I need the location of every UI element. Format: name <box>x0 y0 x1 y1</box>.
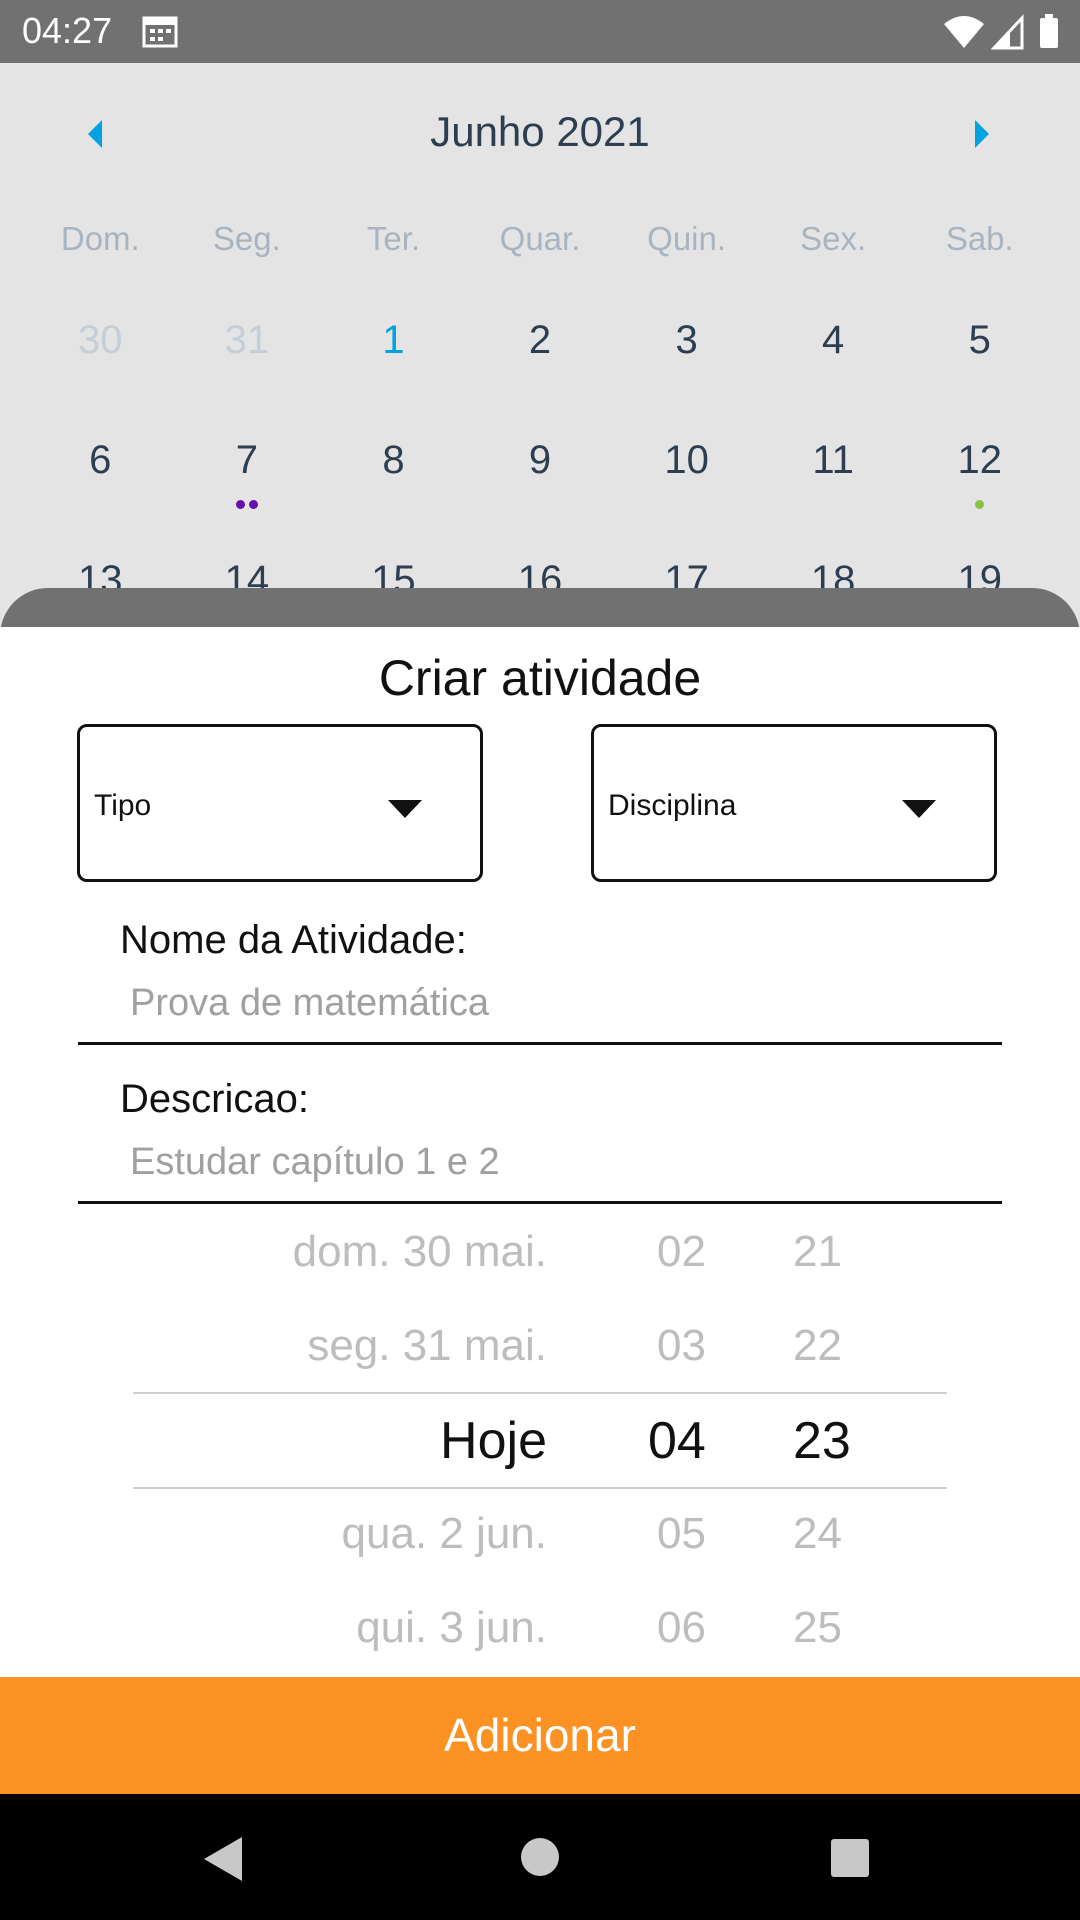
calendar-day[interactable]: 9 <box>467 438 614 483</box>
calendar-day[interactable]: 31 <box>174 318 321 363</box>
home-icon[interactable] <box>521 1838 559 1876</box>
month-title: Junho 2021 <box>430 108 650 155</box>
calendar-day-number: 9 <box>528 438 552 482</box>
event-markers <box>174 492 321 509</box>
calendar-day-number: 8 <box>382 438 405 482</box>
description-underline <box>78 1201 1002 1204</box>
event-dot <box>975 500 985 509</box>
navigation-bar <box>0 1794 1080 1920</box>
type-dropdown[interactable]: Tipo <box>77 724 483 882</box>
picker-date[interactable]: seg. 31 mai. <box>307 1321 547 1371</box>
signal-icon <box>990 14 1024 50</box>
wifi-icon <box>944 16 984 48</box>
weekday-label: Quin. <box>647 220 727 257</box>
event-dot <box>248 500 258 509</box>
subject-dropdown[interactable]: Disciplina <box>591 724 997 882</box>
picker-minute[interactable]: 25 <box>793 1603 842 1653</box>
calendar-day-today[interactable]: 1 <box>320 318 467 363</box>
picker-hour-selected[interactable]: 04 <box>648 1411 706 1471</box>
back-icon[interactable] <box>204 1837 242 1881</box>
calendar-day-number: 10 <box>664 438 709 482</box>
calendar-day[interactable]: 5 <box>906 318 1053 363</box>
picker-date[interactable]: dom. 30 mai. <box>293 1227 547 1277</box>
weekday-header: Dom. Seg. Ter. Quar. Quin. Sex. Sab. <box>27 220 1053 258</box>
calendar-day[interactable]: 12 <box>906 438 1053 509</box>
description-input[interactable]: Estudar capítulo 1 e 2 <box>130 1141 500 1184</box>
picker-hour[interactable]: 03 <box>657 1321 706 1371</box>
picker-date[interactable]: qua. 2 jun. <box>342 1509 548 1559</box>
picker-hour[interactable]: 06 <box>657 1603 706 1653</box>
status-icons <box>942 12 1062 57</box>
calendar-day-number: 12 <box>957 438 1003 482</box>
picker-date-selected[interactable]: Hoje <box>440 1411 547 1471</box>
weekday-label: Ter. <box>366 220 421 257</box>
calendar-day[interactable]: 6 <box>27 438 174 483</box>
sheet-title: Criar atividade <box>378 650 702 706</box>
calendar-day[interactable]: 11 <box>760 438 907 483</box>
calendar-notification-icon <box>142 14 178 53</box>
calendar-day-number: 7 <box>235 438 258 482</box>
calendar-week: 30 31 1 2 3 4 5 <box>27 318 1053 363</box>
calendar-day[interactable]: 2 <box>467 318 614 363</box>
description-label: Descricao: <box>120 1077 309 1121</box>
status-bar: 04:27 <box>0 0 1080 63</box>
activity-name-label: Nome da Atividade: <box>120 918 467 962</box>
add-button[interactable]: Adicionar <box>0 1677 1080 1794</box>
event-markers <box>906 492 1053 509</box>
calendar-day-number: 11 <box>812 438 854 482</box>
picker-minute-selected[interactable]: 23 <box>793 1411 851 1471</box>
weekday-label: Dom. <box>60 220 140 257</box>
event-dot <box>235 500 245 509</box>
calendar-day[interactable]: 4 <box>760 318 907 363</box>
picker-date[interactable]: qui. 3 jun. <box>356 1603 547 1653</box>
weekday-label: Sab. <box>945 220 1014 257</box>
calendar-day[interactable]: 3 <box>613 318 760 363</box>
picker-minute[interactable]: 21 <box>793 1227 842 1277</box>
chevron-down-icon <box>388 800 422 818</box>
picker-hour[interactable]: 05 <box>657 1509 706 1559</box>
type-dropdown-label: Tipo <box>94 789 152 822</box>
calendar-week: 6 7 8 9 10 11 12 <box>27 438 1053 509</box>
weekday-label: Quar. <box>499 220 581 257</box>
activity-name-input[interactable]: Prova de matemática <box>130 982 489 1025</box>
create-activity-sheet: Criar atividade Tipo Disciplina Nome da … <box>0 627 1080 1677</box>
calendar-header: Junho 2021 <box>0 108 1080 168</box>
calendar-day[interactable]: 7 <box>174 438 321 509</box>
picker-minute[interactable]: 24 <box>793 1509 842 1559</box>
weekday-label: Sex. <box>800 220 867 257</box>
activity-name-underline <box>78 1042 1002 1045</box>
calendar-day[interactable]: 30 <box>27 318 174 363</box>
battery-icon <box>1040 14 1058 48</box>
calendar-day[interactable]: 8 <box>320 438 467 483</box>
chevron-down-icon <box>902 800 936 818</box>
calendar-day[interactable]: 10 <box>613 438 760 483</box>
picker-hour[interactable]: 02 <box>657 1227 706 1277</box>
recent-apps-icon[interactable] <box>831 1839 869 1877</box>
weekday-label: Seg. <box>212 220 281 257</box>
next-month-icon[interactable] <box>975 120 989 148</box>
picker-minute[interactable]: 22 <box>793 1321 842 1371</box>
calendar: Junho 2021 Dom. Seg. Ter. Quar. Quin. Se… <box>0 63 1080 623</box>
picker-selection-bottom-divider <box>133 1487 947 1489</box>
picker-selection-top-divider <box>133 1392 947 1394</box>
calendar-day-number: 6 <box>89 438 112 482</box>
subject-dropdown-label: Disciplina <box>608 789 737 822</box>
status-time: 04:27 <box>22 10 113 51</box>
